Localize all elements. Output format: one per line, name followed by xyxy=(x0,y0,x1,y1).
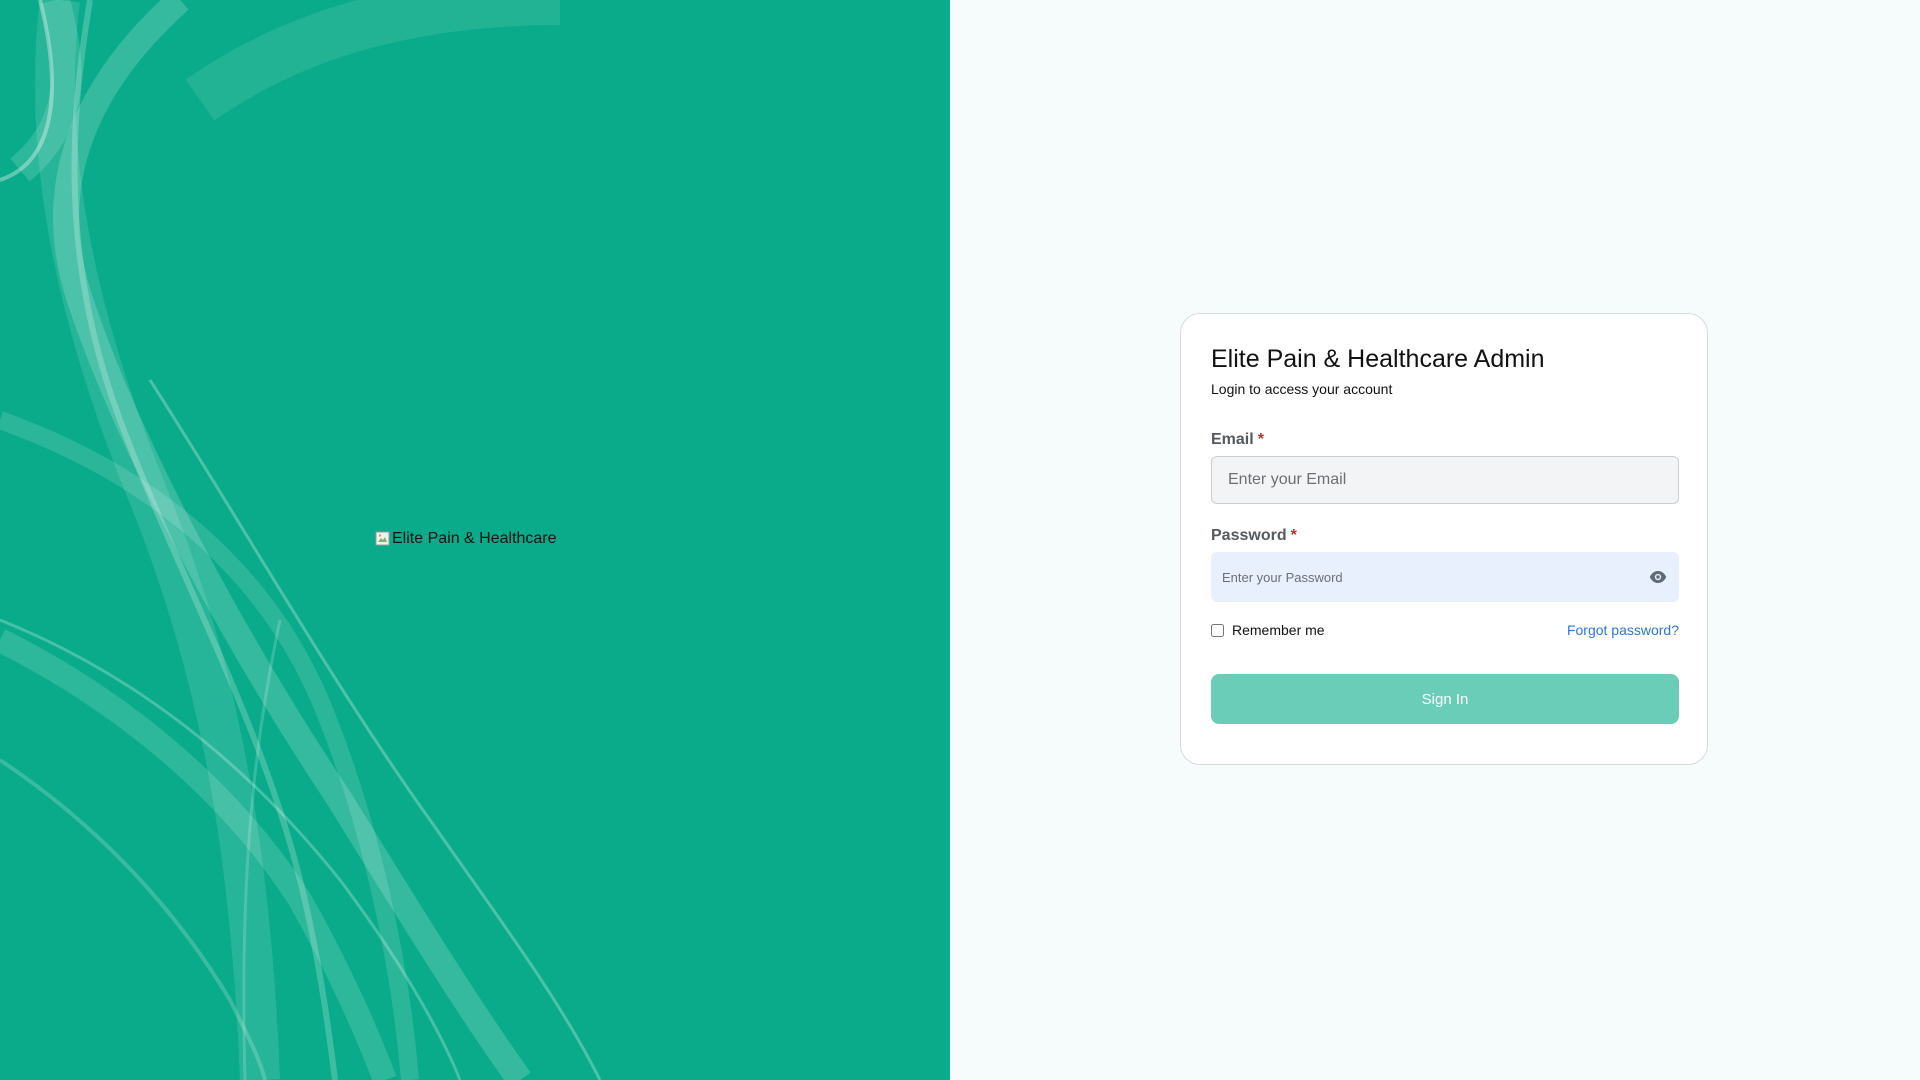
email-label: Email * xyxy=(1211,430,1677,450)
card-subtitle: Login to access your account xyxy=(1211,381,1393,397)
logo-alt-text: Elite Pain & Healthcare xyxy=(392,530,557,547)
brand-logo: Elite Pain & Healthcare xyxy=(375,530,557,548)
card-title: Elite Pain & Healthcare Admin xyxy=(1211,345,1545,373)
password-label: Password * xyxy=(1211,526,1677,546)
remember-me[interactable]: Remember me xyxy=(1211,622,1325,638)
password-input[interactable] xyxy=(1211,552,1679,602)
remember-me-label: Remember me xyxy=(1232,622,1325,638)
password-required-mark: * xyxy=(1290,527,1297,544)
sign-in-button[interactable]: Sign In xyxy=(1211,674,1679,724)
remember-me-checkbox[interactable] xyxy=(1211,623,1224,637)
brand-panel: Elite Pain & Healthcare xyxy=(0,0,950,1080)
forgot-password-link[interactable]: Forgot password? xyxy=(1567,622,1679,638)
password-field xyxy=(1211,552,1679,602)
login-page: Elite Pain & Healthcare Elite Pain & Hea… xyxy=(0,0,1920,1080)
broken-image-icon xyxy=(375,531,391,547)
password-label-text: Password xyxy=(1211,527,1287,544)
email-required-mark: * xyxy=(1257,431,1264,448)
email-label-text: Email xyxy=(1211,431,1254,448)
login-card: Elite Pain & Healthcare Admin Login to a… xyxy=(1180,313,1708,765)
email-input[interactable] xyxy=(1211,456,1679,504)
login-options-row: Remember me Forgot password? xyxy=(1211,622,1679,638)
login-panel: Elite Pain & Healthcare Admin Login to a… xyxy=(950,0,1920,1080)
eye-icon[interactable] xyxy=(1649,568,1667,586)
